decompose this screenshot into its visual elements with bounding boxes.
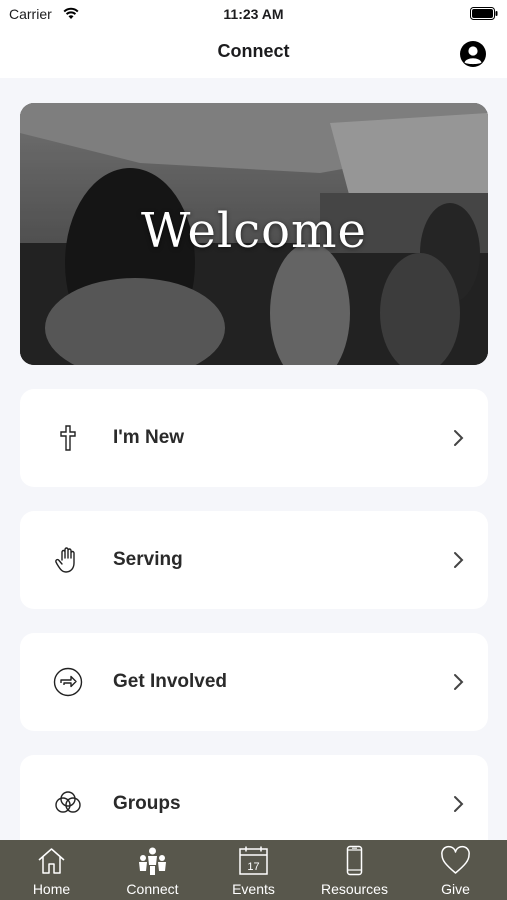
card-label: I'm New <box>113 427 185 448</box>
hand-icon <box>55 547 75 573</box>
tab-label: Home <box>32 881 71 897</box>
home-icon <box>38 848 65 874</box>
card-im-new[interactable]: I'm New <box>20 389 488 487</box>
page-title: Connect <box>217 41 290 61</box>
tab-label: Events <box>232 881 275 897</box>
card-label: Serving <box>113 549 183 570</box>
tab-label: Resources <box>321 881 388 897</box>
chevron-right-icon <box>454 552 464 568</box>
card-groups[interactable]: Groups <box>20 755 488 853</box>
welcome-title: Welcome <box>141 203 367 259</box>
card-label: Get Involved <box>113 671 228 692</box>
tab-connect[interactable]: Connect <box>102 840 203 900</box>
welcome-banner[interactable]: Welcome <box>20 103 488 365</box>
tab-events[interactable]: 17 Events <box>203 840 304 900</box>
card-get-involved[interactable]: Get Involved <box>20 633 488 731</box>
tab-label: Give <box>441 881 470 897</box>
circles-icon <box>55 791 81 813</box>
heart-icon <box>441 845 470 874</box>
card-serving[interactable]: Serving <box>20 511 488 609</box>
navigation-bar: Connect <box>0 28 507 78</box>
status-time: 11:23 AM <box>223 6 284 22</box>
tab-home[interactable]: Home <box>1 840 102 900</box>
tab-label: Connect <box>126 881 179 897</box>
chevron-right-icon <box>454 430 464 446</box>
chevron-right-icon <box>454 796 464 812</box>
phone-icon <box>346 845 363 876</box>
status-bar: Carrier 11:23 AM <box>0 0 507 28</box>
chevron-right-icon <box>454 674 464 690</box>
profile-icon[interactable] <box>459 40 487 68</box>
people-icon <box>139 847 166 875</box>
calendar-day: 17 <box>247 861 259 873</box>
calendar-icon: 17 <box>239 846 268 875</box>
cross-icon <box>60 425 76 451</box>
battery-icon <box>470 7 498 20</box>
tab-give[interactable]: Give <box>405 840 506 900</box>
tab-bar: Home Connect 17 Events Resources Give <box>0 840 507 900</box>
card-label: Groups <box>113 793 181 814</box>
tab-resources[interactable]: Resources <box>304 840 405 900</box>
arrow-circle-icon <box>53 667 83 697</box>
